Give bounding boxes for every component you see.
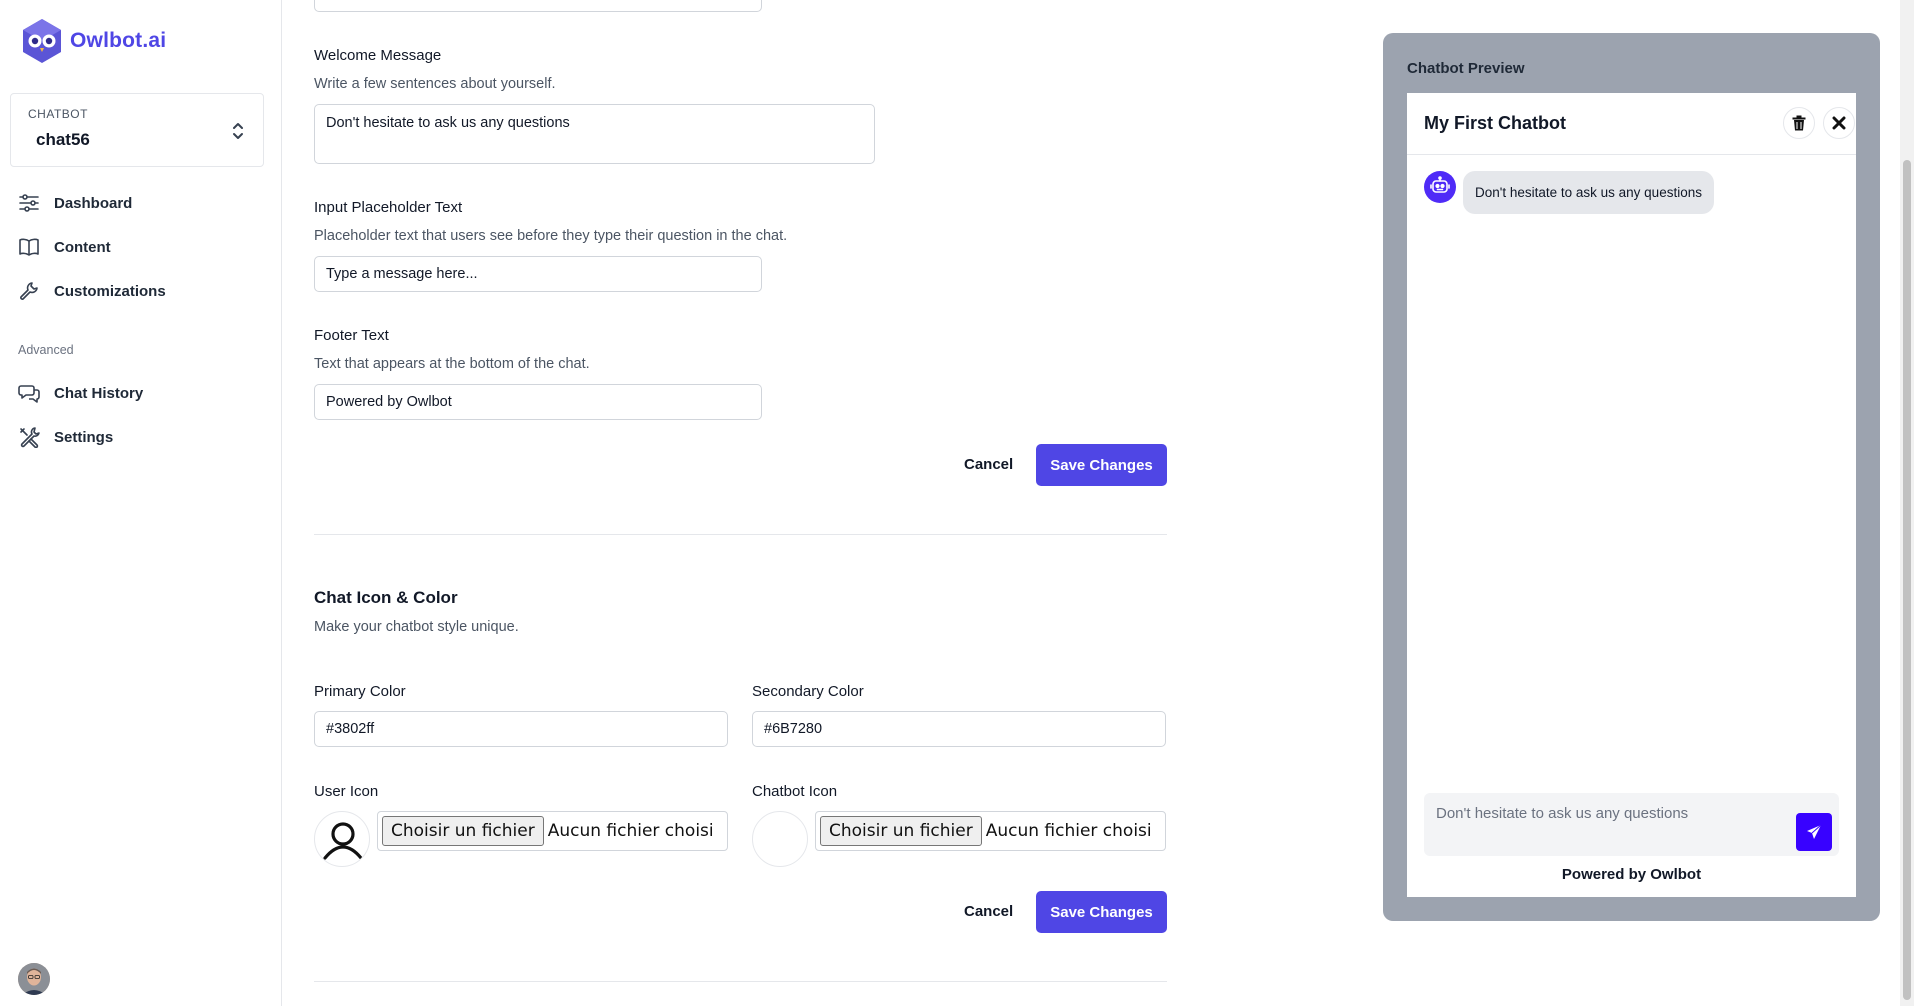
book-icon: [19, 238, 39, 256]
placeholder-text-input[interactable]: Type a message here...: [314, 256, 762, 292]
footer-text-label: Footer Text: [314, 327, 389, 344]
chatbot-selector[interactable]: CHATBOT chat56: [10, 93, 264, 167]
chat-header: My First Chatbot: [1407, 93, 1856, 155]
chat-name: My First Chatbot: [1424, 113, 1566, 133]
nav-item-chat-history[interactable]: Chat History: [18, 371, 143, 415]
trash-icon: [1792, 115, 1806, 131]
nav-label-settings: Settings: [54, 428, 114, 446]
sidebar: Owlbot.ai CHATBOT chat56 Dashboard Conte…: [0, 0, 282, 1006]
nav-label-customizations: Customizations: [54, 282, 166, 300]
paper-plane-icon: [1807, 824, 1822, 839]
chat-message-input[interactable]: Don't hesitate to ask us any questions: [1424, 793, 1839, 856]
primary-color-input[interactable]: #3802ff: [314, 711, 728, 747]
nav-item-customizations[interactable]: Customizations: [18, 269, 166, 313]
footer-text-help: Text that appears at the bottom of the c…: [314, 356, 590, 372]
user-photo: [18, 963, 50, 995]
welcome-message-textarea[interactable]: Don't hesitate to ask us any questions: [314, 104, 875, 164]
chat-footer-text: Powered by Owlbot: [1561, 866, 1702, 883]
user-icon-file-input[interactable]: Choisir un fichier Aucun fichier choisi: [377, 811, 728, 851]
nav-item-settings[interactable]: Settings: [18, 415, 143, 459]
sliders-icon: [19, 194, 39, 212]
welcome-message-help: Write a few sentences about yourself.: [314, 76, 556, 92]
chatbot-selector-value: chat56: [36, 130, 90, 149]
placeholder-text-help: Placeholder text that users see before t…: [314, 228, 788, 244]
chatbot-preview-title: Chatbot Preview: [1407, 60, 1525, 77]
cancel-button[interactable]: Cancel: [964, 456, 1013, 473]
owl-logo-icon: [23, 19, 61, 63]
save-changes-button-appearance[interactable]: Save Changes: [1036, 891, 1167, 933]
tools-icon: [20, 427, 40, 448]
nav-item-content[interactable]: Content: [18, 225, 166, 269]
chatbot-icon-label: Chatbot Icon: [752, 783, 838, 800]
chevron-up-down-icon: [233, 123, 243, 139]
brand-name: Owlbot.ai: [70, 29, 167, 52]
chat-message-input-text: Don't hesitate to ask us any questions: [1436, 805, 1689, 822]
wrench-icon: [20, 282, 38, 300]
send-button[interactable]: [1796, 813, 1832, 851]
secondary-color-label: Secondary Color: [752, 683, 864, 700]
cancel-button-appearance[interactable]: Cancel: [964, 903, 1013, 920]
chatbot-preview-panel: Chatbot Preview My First Chatbot Don't h…: [1383, 33, 1880, 921]
user-icon-preview: [314, 811, 370, 867]
secondary-color-input[interactable]: #6B7280: [752, 711, 1166, 747]
user-icon-choose-file-button[interactable]: Choisir un fichier: [382, 816, 544, 846]
chat-window: My First Chatbot Don't hesitate to ask u…: [1407, 93, 1856, 897]
user-icon-label: User Icon: [314, 783, 379, 800]
bot-message-bubble: Don't hesitate to ask us any questions: [1463, 171, 1714, 214]
primary-color-label: Primary Color: [314, 683, 406, 700]
chat-icon-color-title: Chat Icon & Color: [314, 588, 458, 607]
chat-icon-color-subtitle: Make your chatbot style unique.: [314, 619, 519, 635]
primary-nav: Dashboard Content Customizations: [18, 181, 166, 313]
chatbot-icon-choose-file-button[interactable]: Choisir un fichier: [820, 816, 982, 846]
section-divider: [314, 534, 1167, 535]
chatbot-icon-file-status: Aucun fichier choisi: [985, 821, 1152, 841]
chatbot-selector-caption: CHATBOT: [28, 107, 88, 121]
previous-field-input[interactable]: [314, 0, 762, 12]
footer-text-input[interactable]: Powered by Owlbot: [314, 384, 762, 420]
welcome-message-label: Welcome Message: [314, 47, 442, 64]
page-scrollbar[interactable]: [1900, 0, 1914, 1006]
bot-avatar: [1424, 171, 1456, 203]
chatbot-icon-file-input[interactable]: Choisir un fichier Aucun fichier choisi: [815, 811, 1166, 851]
scrollbar-thumb[interactable]: [1903, 160, 1911, 1000]
save-changes-button[interactable]: Save Changes: [1036, 444, 1167, 486]
placeholder-text-label: Input Placeholder Text: [314, 199, 463, 216]
user-icon-file-status: Aucun fichier choisi: [547, 821, 714, 841]
user-avatar[interactable]: [18, 963, 50, 995]
nav-group-advanced: Advanced: [18, 343, 74, 357]
robot-icon: [1430, 176, 1450, 193]
user-silhouette-icon: [323, 822, 363, 860]
chat-bubbles-icon: [18, 385, 40, 403]
nav-item-dashboard[interactable]: Dashboard: [18, 181, 166, 225]
clear-chat-button[interactable]: [1783, 107, 1815, 139]
close-chat-button[interactable]: [1823, 107, 1855, 139]
advanced-nav: Chat History Settings: [18, 371, 143, 459]
chatbot-icon-preview: [752, 811, 808, 867]
nav-label-dashboard: Dashboard: [54, 194, 133, 212]
section-divider-bottom: [314, 981, 1167, 982]
brand-logo[interactable]: Owlbot.ai: [22, 18, 166, 64]
nav-label-content: Content: [54, 238, 111, 256]
nav-label-chat-history: Chat History: [54, 384, 144, 402]
close-icon: [1832, 116, 1846, 130]
